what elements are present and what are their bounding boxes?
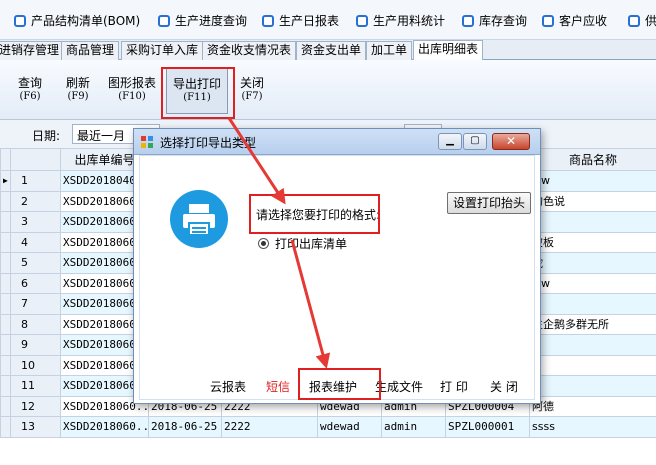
arrow-to-option <box>227 117 286 205</box>
annotation-arrows <box>227 117 331 369</box>
arrow-to-maintain <box>290 239 331 369</box>
